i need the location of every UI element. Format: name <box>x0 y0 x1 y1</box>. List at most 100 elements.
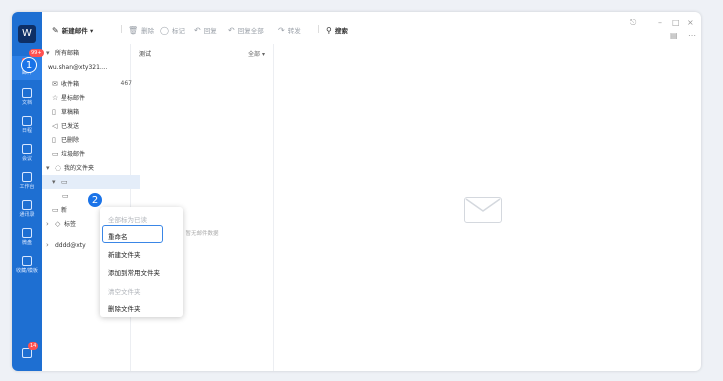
folder-icon: ▭ <box>61 178 68 186</box>
nav-contacts-label: 通讯录 <box>19 212 35 218</box>
drive-icon <box>22 228 32 238</box>
meeting-icon <box>22 144 32 154</box>
folder-drafts[interactable]: ▯ 草稿箱 <box>42 105 140 119</box>
delete-button[interactable]: 🗑 删除 <box>128 25 154 35</box>
reply-all-button[interactable]: ↶ 回复全部 <box>228 25 264 35</box>
folder-inbox[interactable]: ✉ 收件箱 467 <box>42 77 140 91</box>
pin-icon[interactable]: ⎋ <box>630 18 636 28</box>
folder-icon: ▭ <box>52 206 59 214</box>
drafts-label: 草稿箱 <box>61 109 80 116</box>
menu-add-to-common[interactable]: 添加到常用文件夹 <box>108 267 160 277</box>
compose-icon: ✎ <box>52 26 59 35</box>
forward-button[interactable]: ↷ 转发 <box>278 25 301 35</box>
my-folders-label: 我的文件夹 <box>64 165 95 172</box>
reply-all-label: 回复全部 <box>237 27 264 35</box>
nav-docs-label: 文档 <box>21 100 32 106</box>
account2-label: dddd@xty <box>55 242 86 249</box>
my-folders-group[interactable]: ▾ ◌ 我的文件夹 <box>42 161 134 175</box>
envelope-icon <box>464 197 502 223</box>
folder-new-label: 新 <box>61 207 68 214</box>
mark-button[interactable]: ◯ 标记 <box>160 25 185 35</box>
menu-rename[interactable]: 重命名 <box>108 231 128 241</box>
inbox-icon: ✉ <box>52 80 58 88</box>
folder-icon: ◌ <box>55 164 62 172</box>
search-icon: ⚲ <box>326 26 332 35</box>
reply-all-icon: ↶ <box>228 26 235 35</box>
tag-icon: ◇ <box>55 220 61 228</box>
reading-pane <box>274 44 701 371</box>
sent-icon: ◁ <box>52 122 58 130</box>
inbox-label: 收件箱 <box>61 81 80 88</box>
nav-meeting[interactable]: 会议 <box>12 142 42 166</box>
search-button[interactable]: ⚲ 搜索 <box>326 25 348 35</box>
nav-favorites[interactable]: 收藏/模板 <box>12 254 42 278</box>
mail-app-window: W 邮件 99+ 文档 日程 会议 工作台 通讯录 微盘 收藏/模板 14 1 … <box>12 12 701 371</box>
menu-mark-all-read[interactable]: 全部标为已读 <box>108 214 147 224</box>
nav-meeting-label: 会议 <box>21 156 32 162</box>
account-item[interactable]: wu.shan@xty321.... <box>42 61 136 75</box>
delete-label: 删除 <box>141 27 155 35</box>
all-mail-group[interactable]: ▾ 所有邮箱 <box>42 46 134 60</box>
search-label: 搜索 <box>334 27 348 35</box>
maximize-icon[interactable]: □ <box>672 18 680 27</box>
folder-starred[interactable]: ☆ 星标邮件 <box>42 91 140 105</box>
favorites-icon <box>22 256 32 266</box>
mark-icon: ◯ <box>160 26 169 35</box>
nav-drive[interactable]: 微盘 <box>12 226 42 250</box>
contacts-icon <box>22 200 32 210</box>
grid-icon <box>22 172 32 182</box>
folder-context-menu: 全部标为已读 重命名 新建文件夹 添加到常用文件夹 清空文件夹 删除文件夹 <box>100 207 183 317</box>
compose-button[interactable]: ✎ 新建邮件 ▾ <box>52 25 93 35</box>
menu-delete-folder[interactable]: 删除文件夹 <box>108 303 141 313</box>
mark-label: 标记 <box>171 27 185 35</box>
nav-notifications[interactable] <box>12 346 42 370</box>
reply-icon: ↶ <box>194 26 201 35</box>
trash-icon: 🗑 <box>128 26 139 35</box>
more-icon[interactable]: ⋯ <box>688 31 696 40</box>
layout-icon[interactable]: ▤ <box>670 31 678 40</box>
star-icon: ☆ <box>52 94 59 102</box>
nav-favorites-label: 收藏/模板 <box>16 268 38 274</box>
junk-icon: ▭ <box>52 150 59 158</box>
nav-workbench-label: 工作台 <box>19 184 35 190</box>
nav-calendar-label: 日程 <box>21 128 32 134</box>
mail-filter-dropdown[interactable]: 全部 ▾ <box>248 49 265 58</box>
compose-label: 新建邮件 <box>61 27 88 35</box>
sent-label: 已发送 <box>61 123 80 130</box>
toolbar-divider <box>121 25 122 33</box>
junk-label: 垃圾邮件 <box>61 151 86 158</box>
menu-empty-folder[interactable]: 清空文件夹 <box>108 286 141 296</box>
menu-new-folder[interactable]: 新建文件夹 <box>108 249 141 259</box>
close-icon[interactable]: × <box>687 18 694 27</box>
toolbar-divider <box>318 25 319 33</box>
chevron-down-icon: ▾ <box>46 164 50 172</box>
forward-label: 转发 <box>287 27 301 35</box>
bottom-badge: 14 <box>28 342 39 350</box>
folder-sent[interactable]: ◁ 已发送 <box>42 119 140 133</box>
account-label: wu.shan@xty321.... <box>48 64 108 71</box>
docs-icon <box>22 88 32 98</box>
all-mail-label: 所有邮箱 <box>55 50 80 57</box>
folder-test-selected[interactable]: ▾ ▭ <box>42 175 140 189</box>
chevron-right-icon: › <box>46 220 49 228</box>
chevron-down-icon: ▾ <box>46 49 50 57</box>
avatar[interactable]: W <box>18 25 36 43</box>
folder-junk[interactable]: ▭ 垃圾邮件 <box>42 147 140 161</box>
starred-label: 星标邮件 <box>61 95 86 102</box>
nav-drive-label: 微盘 <box>21 240 32 246</box>
chevron-right-icon: › <box>46 241 49 249</box>
chevron-down-icon: ▾ <box>52 178 56 186</box>
nav-workbench[interactable]: 工作台 <box>12 170 42 194</box>
minimize-icon[interactable]: – <box>658 18 662 27</box>
draft-icon: ▯ <box>52 108 56 116</box>
tags-label: 标签 <box>64 221 77 228</box>
step-marker-2: 2 <box>87 192 103 208</box>
nav-calendar[interactable]: 日程 <box>12 114 42 138</box>
nav-docs[interactable]: 文档 <box>12 86 42 110</box>
trash-icon: ▯ <box>52 136 56 144</box>
nav-contacts[interactable]: 通讯录 <box>12 198 42 222</box>
chevron-down-icon: ▾ <box>261 51 265 58</box>
reply-button[interactable]: ↶ 回复 <box>194 25 217 35</box>
folder-deleted[interactable]: ▯ 已删除 <box>42 133 140 147</box>
folder-icon: ▭ <box>62 192 69 200</box>
